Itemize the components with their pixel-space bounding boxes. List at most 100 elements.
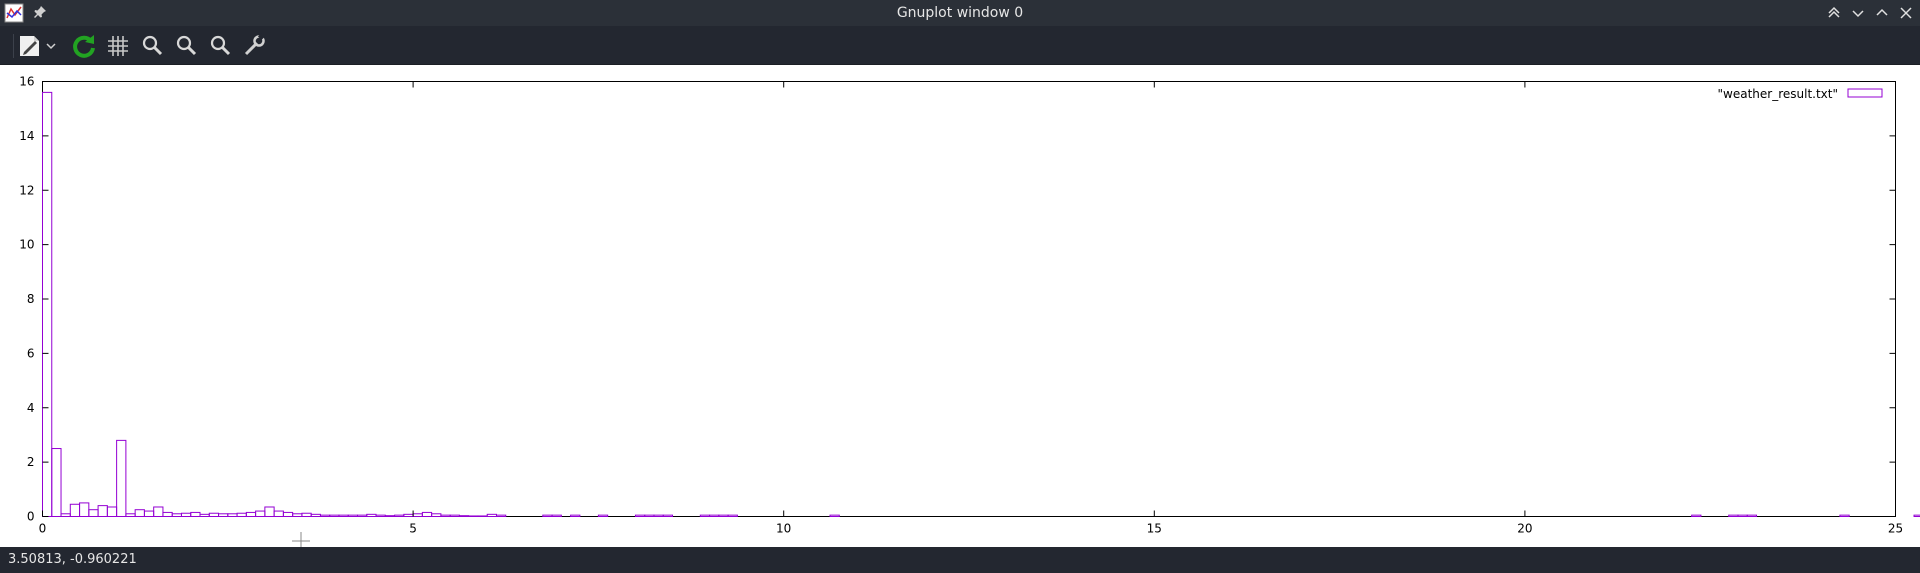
grid-icon: [108, 36, 128, 56]
histogram-bar: [699, 514, 711, 517]
histogram-bar: [116, 439, 127, 517]
x-tick-label: 0: [39, 522, 47, 536]
histogram-bar: [245, 511, 257, 517]
histogram-bar: [727, 514, 738, 517]
histogram-bar: [412, 513, 423, 517]
plot-area[interactable]: 0 5 10 15 20 25 0 2 4 6 8 10 12 14 16 "weather_result.…: [0, 65, 1920, 547]
histogram-bar: [431, 513, 442, 517]
histogram-bar: [551, 514, 562, 517]
zoom-button[interactable]: [138, 32, 166, 60]
histogram-bar: [273, 510, 284, 517]
zoom-prev-icon: [176, 35, 197, 56]
histogram-bar: [662, 514, 674, 517]
y-tick-label: 10: [19, 238, 34, 252]
histogram-bar: [227, 513, 238, 517]
histogram-bar: [88, 509, 99, 517]
zoom-icon: [142, 35, 163, 56]
y-tick-label: 14: [19, 129, 34, 143]
histogram-bar: [634, 514, 646, 517]
histogram-bar: [125, 513, 136, 517]
histogram-bar: [403, 513, 414, 518]
x-tick-label: 5: [409, 522, 417, 536]
zoom-next-icon: [210, 35, 231, 56]
export-menu-button[interactable]: [44, 32, 58, 60]
cursor-coordinates: 3.50813, -0.960221: [8, 552, 137, 567]
window-title: Gnuplot window 0: [896, 5, 1024, 21]
y-tick-label: 6: [27, 346, 35, 360]
export-button[interactable]: [16, 32, 44, 60]
legend-label: "weather_result.txt": [1718, 87, 1839, 101]
histogram-bar: [440, 514, 451, 517]
y-tick-label: 4: [27, 401, 35, 415]
histogram-bar: [282, 511, 294, 517]
histogram-bar: [1737, 514, 1748, 517]
histogram-bar: [153, 506, 164, 517]
histogram-bar: [236, 512, 247, 517]
histogram-bar: [829, 514, 840, 517]
zoom-previous-button[interactable]: [172, 32, 200, 60]
zoom-next-button[interactable]: [206, 32, 234, 60]
histogram-bar: [421, 511, 433, 517]
replot-button[interactable]: [70, 32, 98, 60]
histogram-bar: [171, 513, 182, 517]
histogram-bar: [69, 503, 81, 517]
histogram-bar: [338, 514, 349, 517]
histogram-bar: [1691, 514, 1702, 517]
x-tick-label: 25: [1888, 522, 1903, 536]
histogram-bar: [347, 514, 359, 517]
y-tick-label: 8: [27, 292, 35, 306]
y-tick-label: 12: [19, 183, 34, 197]
y-tick-label: 0: [27, 510, 35, 524]
y-tick-label: 2: [27, 455, 35, 469]
legend-swatch: [1847, 88, 1883, 98]
x-tick-label: 15: [1147, 522, 1162, 536]
histogram-bar: [310, 513, 321, 518]
toolbar-separator: [13, 34, 14, 58]
histogram-bar: [208, 512, 220, 517]
y-tick-label: 16: [19, 75, 34, 89]
histogram-bar: [653, 514, 664, 517]
histogram-bar: [644, 514, 655, 517]
settings-icon: [244, 32, 266, 56]
histogram-bar: [329, 514, 340, 517]
histogram-bar: [190, 511, 201, 517]
histogram-bar: [134, 509, 145, 517]
histogram-bar: [495, 514, 507, 517]
x-tick-label: 20: [1517, 522, 1532, 536]
histogram-bar: [477, 515, 488, 517]
grid-button[interactable]: [104, 32, 132, 60]
histogram-bar: [394, 514, 405, 517]
histogram-bar: [292, 513, 303, 517]
x-tick-label: 10: [776, 522, 791, 536]
maximize-icon[interactable]: [1872, 3, 1892, 23]
histogram-bar: [375, 514, 386, 517]
keep-above-icon[interactable]: [1824, 3, 1844, 23]
histogram-bar: [319, 514, 331, 517]
toolbar: [0, 26, 1920, 65]
histogram-bar: [264, 506, 275, 517]
settings-button[interactable]: [240, 32, 268, 60]
close-icon[interactable]: [1896, 3, 1916, 23]
histogram-bar: [199, 513, 210, 518]
histogram-bar: [301, 512, 312, 517]
histogram-bar: [42, 91, 53, 517]
histogram-bar: [1728, 514, 1739, 517]
histogram-bar: [542, 514, 553, 517]
export-icon: [20, 36, 39, 56]
title-bar: Gnuplot window 0: [0, 0, 1920, 26]
replot-icon: [73, 35, 95, 58]
histogram-bar: [458, 515, 470, 518]
histogram-bar: [366, 513, 377, 518]
histogram-bar: [255, 510, 266, 517]
dropdown-icon: [46, 43, 56, 50]
plot-border: [42, 81, 1896, 517]
histogram-bar: [449, 514, 460, 517]
histogram-plot[interactable]: 0 5 10 15 20 25 0 2 4 6 8 10 12 14 16 "weather_result.…: [0, 65, 1920, 547]
histogram-bar: [1746, 514, 1758, 517]
histogram-bar: [162, 511, 173, 517]
crosshair-cursor: [292, 532, 310, 547]
minimize-icon[interactable]: [1848, 3, 1868, 23]
histogram-bar: [1839, 514, 1850, 517]
histogram-bar: [384, 515, 396, 518]
histogram-bar: [486, 513, 497, 518]
